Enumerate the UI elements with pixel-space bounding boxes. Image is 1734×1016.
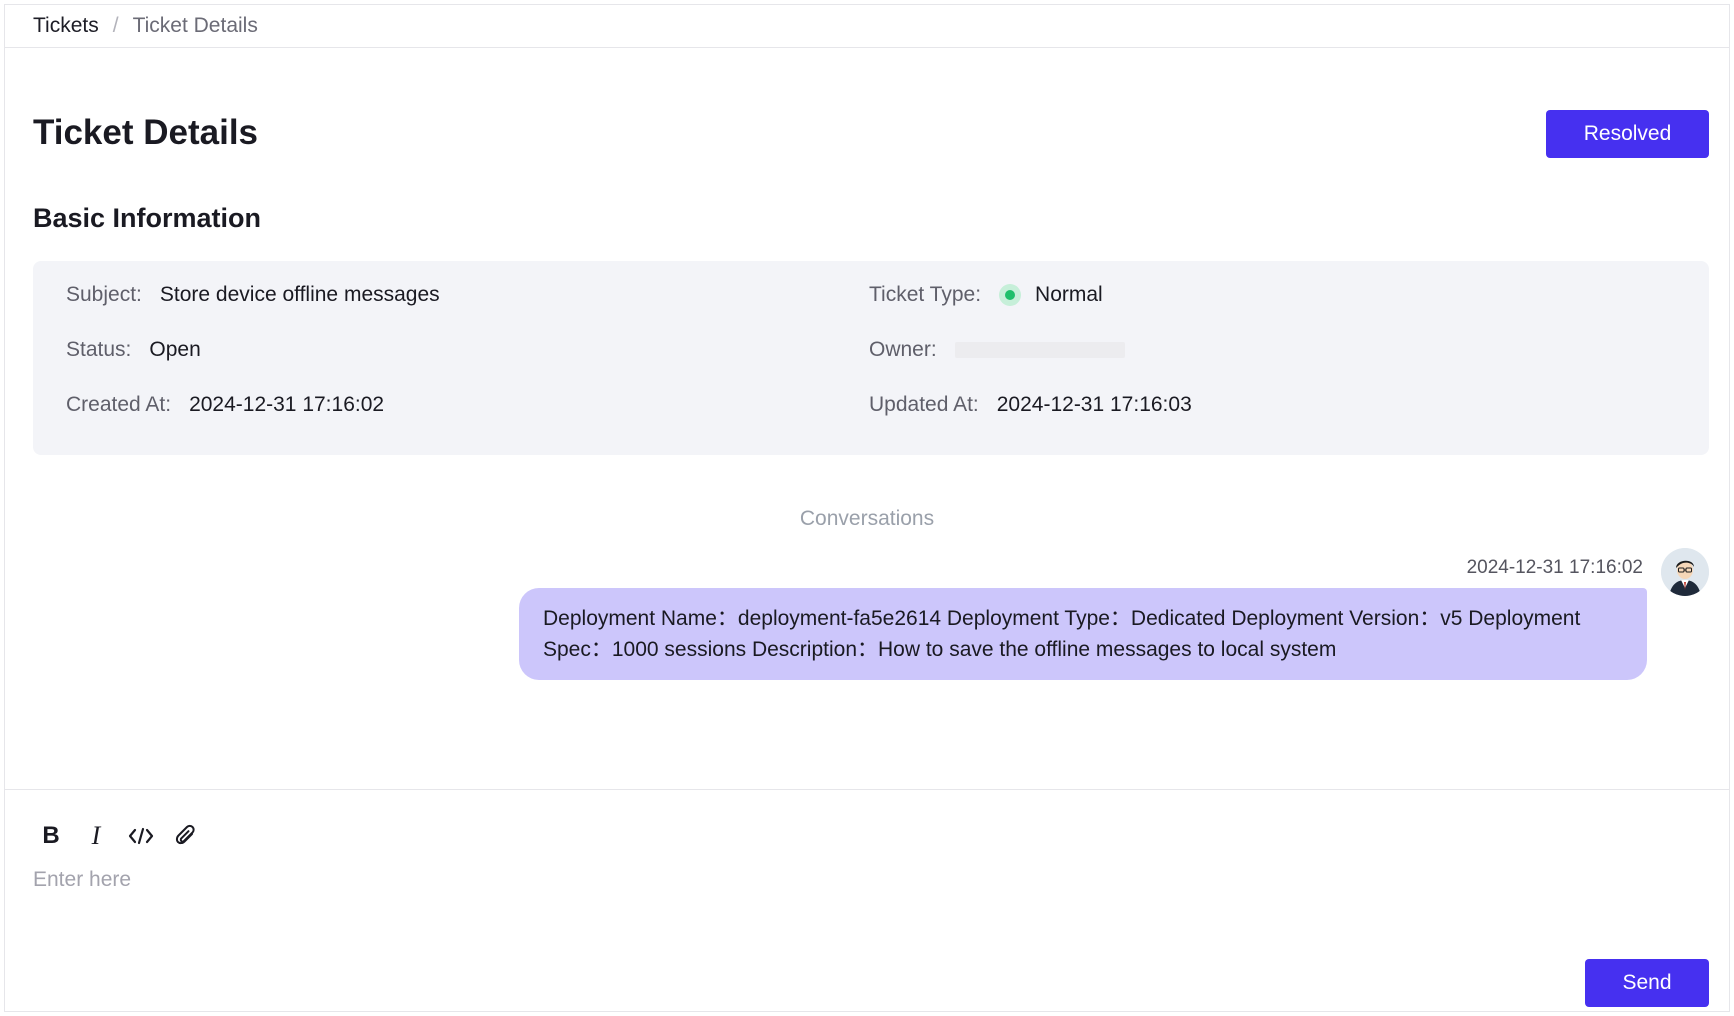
italic-button[interactable]: I — [78, 818, 114, 854]
user-avatar — [1661, 548, 1709, 596]
attach-button[interactable] — [168, 818, 204, 854]
code-button[interactable] — [123, 818, 159, 854]
owner-row: Owner: — [869, 338, 1125, 362]
status-value: Open — [149, 338, 201, 361]
ticket-type-label: Ticket Type: — [869, 283, 982, 306]
editor-toolbar: B I — [33, 818, 213, 854]
breadcrumb: Tickets / Ticket Details — [5, 5, 1729, 48]
subject-value: Store device offline messages — [159, 283, 440, 306]
status-label: Status: — [66, 338, 132, 361]
breadcrumb-separator: / — [112, 14, 119, 37]
created-value: 2024-12-31 17:16:02 — [189, 393, 385, 416]
page-title: Ticket Details — [33, 113, 259, 152]
reply-editor: B I Send — [5, 789, 1729, 1011]
updated-row: Updated At: 2024-12-31 17:16:03 — [869, 393, 1192, 417]
owner-value-redacted — [954, 342, 1125, 358]
conversations-label: Conversations — [799, 507, 935, 530]
message-timestamp: 2024-12-31 17:16:02 — [1466, 557, 1643, 578]
created-row: Created At: 2024-12-31 17:16:02 — [66, 393, 384, 417]
subject-label: Subject: — [66, 283, 142, 306]
breadcrumb-tickets-link[interactable]: Tickets — [33, 14, 99, 38]
paperclip-icon — [175, 824, 195, 845]
message-bubble: Deployment Name：deployment-fa5e2614 Depl… — [519, 588, 1647, 680]
avatar-icon — [1661, 548, 1709, 596]
status-dot-icon — [999, 284, 1022, 306]
ticket-type-value: Normal — [1035, 283, 1103, 306]
updated-label: Updated At: — [869, 393, 979, 416]
ticket-type-row: Ticket Type: Normal — [869, 283, 1103, 307]
basic-information-panel: Subject: Store device offline messages T… — [33, 261, 1709, 455]
ticket-details-page: Tickets / Ticket Details Ticket Details … — [4, 4, 1730, 1012]
resolved-button[interactable]: Resolved — [1546, 110, 1709, 158]
send-button[interactable]: Send — [1585, 959, 1709, 1007]
bold-button[interactable]: B — [33, 818, 69, 854]
breadcrumb-current: Ticket Details — [132, 14, 258, 37]
message-input[interactable] — [33, 860, 1693, 900]
basic-information-title: Basic Information — [33, 203, 262, 233]
created-label: Created At: — [66, 393, 172, 416]
updated-value: 2024-12-31 17:16:03 — [996, 393, 1192, 416]
subject-row: Subject: Store device offline messages — [66, 283, 440, 307]
owner-label: Owner: — [869, 338, 937, 361]
code-icon — [128, 827, 154, 845]
status-row: Status: Open — [66, 338, 201, 362]
